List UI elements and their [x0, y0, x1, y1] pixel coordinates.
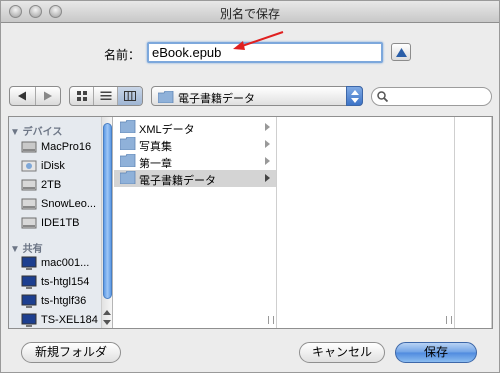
sidebar-item-label: iDisk [41, 160, 65, 172]
browser-column-3 [456, 117, 492, 328]
sidebar-item-label: ts-htgl154 [41, 276, 90, 288]
sidebar-section-devices: ▼ デバイス [10, 127, 63, 138]
sidebar-item-label: mac001... [41, 257, 90, 269]
computer-icon [21, 313, 37, 327]
column-view-icon [124, 91, 136, 101]
hard-drive-icon [21, 179, 37, 191]
sidebar-item-label: 2TB [41, 179, 62, 191]
window-title: 別名で保存 [219, 7, 280, 21]
back-button[interactable] [10, 87, 36, 105]
view-mode-control [69, 86, 143, 106]
column-resize-handle[interactable] [446, 316, 452, 324]
sidebar-section-shared: ▼ 共有 [10, 244, 43, 255]
back-arrow-icon [18, 91, 27, 101]
forward-arrow-icon [43, 91, 52, 101]
sidebar-item-label: IDE1TB [41, 217, 80, 229]
back-forward-control [9, 86, 61, 106]
location-popup-label: 電子書籍データ [178, 93, 255, 105]
browser-column-2 [278, 117, 455, 328]
cancel-button[interactable]: キャンセル [299, 342, 385, 363]
sidebar-item-ts-htgl154[interactable]: ts-htgl154 [21, 273, 109, 291]
icon-view-button[interactable] [70, 87, 94, 105]
search-field[interactable] [371, 87, 492, 106]
sidebar-scroll-thumb[interactable] [103, 123, 112, 299]
sidebar-item-label: TS-XEL184 [41, 314, 98, 326]
list-view-button[interactable] [94, 87, 118, 105]
folder-icon [120, 171, 136, 184]
forward-button[interactable] [36, 87, 61, 105]
new-folder-button[interactable]: 新規フォルダ [21, 342, 121, 363]
list-item-label: 第一章 [139, 158, 172, 170]
column-view-button[interactable] [118, 87, 142, 105]
computer-icon [21, 275, 37, 289]
folder-icon [120, 137, 136, 150]
disclosure-arrow-icon [265, 174, 270, 182]
scroll-up-icon[interactable] [102, 308, 112, 317]
folder-icon [120, 154, 136, 167]
list-item-label: XMLデータ [139, 124, 195, 136]
folder-icon [120, 120, 136, 133]
scroll-down-icon[interactable] [102, 318, 112, 327]
sidebar-item-2tb[interactable]: 2TB [21, 176, 109, 194]
chevron-up-down-icon [351, 90, 359, 103]
idisk-icon [21, 160, 37, 172]
annotation-arrow-icon [233, 31, 284, 50]
save-as-label: 名前： [104, 48, 141, 62]
folder-icon [158, 91, 174, 103]
search-icon [377, 91, 388, 102]
list-item-label: 写真集 [139, 141, 172, 153]
disclosure-arrow-icon [265, 140, 270, 148]
list-item-label: 電子書籍データ [139, 175, 216, 187]
browser-column-1: XMLデータ 写真集 第一章 電子書籍データ [114, 117, 277, 328]
computer-icon [21, 294, 37, 308]
hard-drive-icon [21, 141, 37, 153]
triangle-up-icon [396, 48, 407, 57]
sidebar-item-mac001[interactable]: mac001... [21, 254, 109, 272]
save-button[interactable]: 保存 [395, 342, 477, 363]
sidebar-item-ts-xel184[interactable]: TS-XEL184 [21, 311, 109, 328]
sidebar-item-label: SnowLeo... [41, 198, 97, 210]
save-dialog: 別名で保存 名前： eBook.epub 電子書籍データ ▼ デバイス MacP… [0, 0, 500, 373]
sidebar: ▼ デバイス MacPro16 iDisk 2TB SnowLeo... IDE… [9, 117, 113, 328]
sidebar-item-idisk[interactable]: iDisk [21, 157, 109, 175]
sidebar-item-snowleopard[interactable]: SnowLeo... [21, 195, 109, 213]
search-input[interactable] [392, 89, 486, 104]
column-resize-handle[interactable] [268, 316, 274, 324]
disclosure-arrow-icon [265, 157, 270, 165]
location-popup-arrows [346, 86, 363, 106]
title-bar: 別名で保存 [1, 1, 499, 23]
list-item-selected[interactable]: 電子書籍データ [114, 170, 276, 187]
list-item[interactable]: 写真集 [114, 136, 276, 153]
hard-drive-icon [21, 198, 37, 210]
collapse-toggle-button[interactable] [391, 43, 411, 61]
icon-view-icon [76, 91, 87, 101]
file-browser: ▼ デバイス MacPro16 iDisk 2TB SnowLeo... IDE… [8, 116, 493, 329]
navigation-toolbar: 電子書籍データ [1, 84, 499, 108]
sidebar-item-ide1tb[interactable]: IDE1TB [21, 214, 109, 232]
sidebar-item-label: MacPro16 [41, 141, 92, 153]
location-popup[interactable]: 電子書籍データ [151, 86, 363, 106]
computer-icon [21, 256, 37, 270]
list-item[interactable]: XMLデータ [114, 119, 276, 136]
sidebar-item-macpro16[interactable]: MacPro16 [21, 138, 109, 156]
disclosure-arrow-icon [265, 123, 270, 131]
list-item[interactable]: 第一章 [114, 153, 276, 170]
sidebar-item-ts-htglf36[interactable]: ts-htglf36 [21, 292, 109, 310]
sidebar-scrollbar[interactable] [101, 117, 112, 328]
sidebar-item-label: ts-htglf36 [41, 295, 87, 307]
hard-drive-icon [21, 217, 37, 229]
list-view-icon [100, 91, 111, 100]
